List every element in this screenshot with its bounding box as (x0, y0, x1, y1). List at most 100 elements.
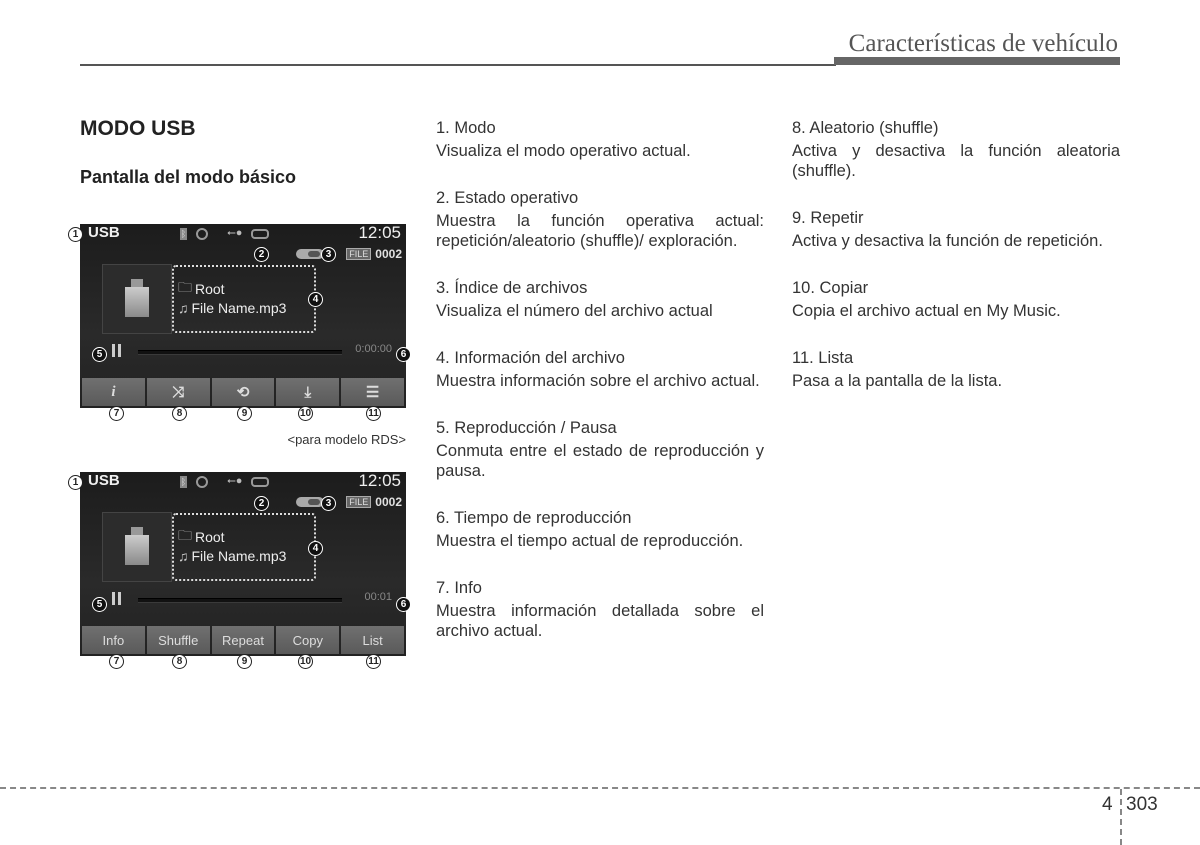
callout-7: 7 (109, 654, 124, 669)
shuffle-button[interactable]: Shuffle (146, 626, 210, 654)
play-time: 0:00:00 (355, 343, 392, 355)
pause-icon[interactable] (112, 344, 122, 357)
file-line: ♫ File Name.mp3 (178, 300, 286, 316)
desc-text: Conmuta entre el estado de reproducción … (436, 442, 764, 480)
desc-item: 4. Información del archivo Muestra inform… (436, 348, 764, 391)
shuffle-button[interactable]: ⤨ (146, 378, 210, 406)
usb-screen-rds: USB ᛒ ⭠● 12:05 FILE 0002 🗀 Root ♫ File N… (80, 223, 406, 408)
header-rule (80, 64, 836, 66)
status-icons: ᛒ ⭠● (180, 227, 270, 240)
folder-name: Root (195, 529, 225, 545)
folder-line: 🗀 Root (178, 525, 225, 549)
button-bar: Info Shuffle Repeat Copy List (80, 626, 406, 656)
battery-icon (251, 476, 270, 487)
desc-item: 9. Repetir Activa y desactiva la función … (792, 208, 1120, 251)
usb-stick-icon (125, 279, 149, 317)
callout-6: 6 (396, 347, 411, 362)
desc-heading: 5. Reproducción / Pausa (436, 419, 617, 437)
desc-heading: 7. Info (436, 579, 482, 597)
callout-5: 5 (92, 597, 107, 612)
repeat-icon: ⟲ (236, 384, 250, 401)
desc-item: 11. Lista Pasa a la pantalla de la lista. (792, 348, 1120, 391)
desc-item: 1. Modo Visualiza el modo operativo actua… (436, 118, 764, 161)
callout-4: 4 (308, 292, 323, 307)
copy-button[interactable]: Copy (276, 626, 340, 654)
status-row: FILE 0002 (296, 495, 402, 509)
desc-item: 5. Reproducción / Pausa Conmuta entre el … (436, 418, 764, 481)
clock: 12:05 (358, 471, 401, 490)
desc-item: 8. Aleatorio (shuffle) Activa y desactiva… (792, 118, 1120, 181)
folder-name: Root (195, 281, 225, 297)
file-index: 0002 (375, 247, 402, 261)
desc-heading: 4. Información del archivo (436, 349, 625, 367)
section-title: MODO USB (80, 117, 196, 140)
file-tag: FILE (346, 248, 372, 260)
progress-row: 00:01 (80, 590, 406, 608)
description-list-right: 8. Aleatorio (shuffle) Activa y desactiva… (792, 118, 1120, 418)
callout-10: 10 (298, 406, 313, 421)
repeat-button[interactable]: ⟲ (211, 378, 275, 406)
usb-icon: ⭠● (227, 227, 243, 239)
usb-screen-text: USB ᛒ ⭠● 12:05 FILE 0002 🗀 Root ♫ File N… (80, 471, 406, 656)
callout-10: 10 (298, 654, 313, 669)
callout-2: 2 (254, 496, 269, 511)
running-header-title: Características de vehículo (848, 30, 1118, 57)
header-bar (834, 57, 1120, 65)
callout-6: 6 (396, 597, 411, 612)
file-info-box: 🗀 Root ♫ File Name.mp3 (172, 513, 316, 581)
music-note-icon: ♫ (178, 300, 189, 316)
desc-item: 10. Copiar Copia el archivo actual en My … (792, 278, 1120, 321)
status-row: FILE 0002 (296, 247, 402, 261)
callout-7: 7 (109, 406, 124, 421)
play-time: 00:01 (364, 591, 392, 603)
desc-heading: 10. Copiar (792, 279, 869, 297)
mode-label: USB (88, 472, 120, 489)
bluetooth-icon: ᛒ (180, 475, 187, 488)
copy-icon: ⤓ (304, 383, 312, 401)
bluetooth-icon: ᛒ (180, 227, 187, 240)
usb-thumbnail (102, 264, 172, 334)
footer-divider (1120, 789, 1122, 845)
callout-11: 11 (366, 406, 381, 421)
callout-4: 4 (308, 541, 323, 556)
callout-2: 2 (254, 247, 269, 262)
repeat-button[interactable]: Repeat (211, 626, 275, 654)
desc-text: Muestra información sobre el archivo act… (436, 372, 760, 390)
callout-3: 3 (321, 247, 336, 262)
file-index: 0002 (375, 495, 402, 509)
desc-text: Visualiza el número del archivo actual (436, 302, 713, 320)
chapter-number: 4 (1102, 794, 1113, 815)
section-subtitle: Pantalla del modo básico (80, 167, 297, 187)
desc-item: 6. Tiempo de reproducción Muestra el tiem… (436, 508, 764, 551)
list-button[interactable]: ☰ (341, 378, 404, 406)
folder-icon: 🗀 (178, 527, 192, 543)
mode-label: USB (88, 224, 120, 241)
callout-11: 11 (366, 654, 381, 669)
desc-heading: 8. Aleatorio (shuffle) (792, 119, 939, 137)
desc-text: Visualiza el modo operativo actual. (436, 142, 691, 160)
button-bar: i ⤨ ⟲ ⤓ ☰ (80, 378, 406, 408)
info-button[interactable]: Info (82, 626, 145, 654)
desc-heading: 3. Índice de archivos (436, 279, 588, 297)
desc-item: 3. Índice de archivos Visualiza el número… (436, 278, 764, 321)
progress-track[interactable] (138, 598, 342, 603)
pause-icon[interactable] (112, 592, 122, 605)
file-name: File Name.mp3 (191, 548, 287, 564)
desc-text: Muestra información detallada sobre el a… (436, 602, 764, 640)
progress-track[interactable] (138, 350, 342, 355)
footer-rule (0, 787, 1200, 789)
rds-caption: <para modelo RDS> (287, 432, 406, 447)
desc-text: Copia el archivo actual en My Music. (792, 302, 1061, 320)
shuffle-icon: ⤨ (172, 383, 185, 401)
file-info-box: 🗀 Root ♫ File Name.mp3 (172, 265, 316, 333)
battery-icon (251, 228, 270, 239)
callout-9: 9 (237, 654, 252, 669)
usb-thumbnail (102, 512, 172, 582)
desc-heading: 9. Repetir (792, 209, 864, 227)
folder-line: 🗀 Root (178, 277, 225, 301)
info-button[interactable]: i (82, 378, 145, 406)
copy-button[interactable]: ⤓ (276, 378, 340, 406)
list-button[interactable]: List (341, 626, 404, 654)
desc-heading: 2. Estado operativo (436, 189, 579, 207)
callout-8: 8 (172, 406, 187, 421)
